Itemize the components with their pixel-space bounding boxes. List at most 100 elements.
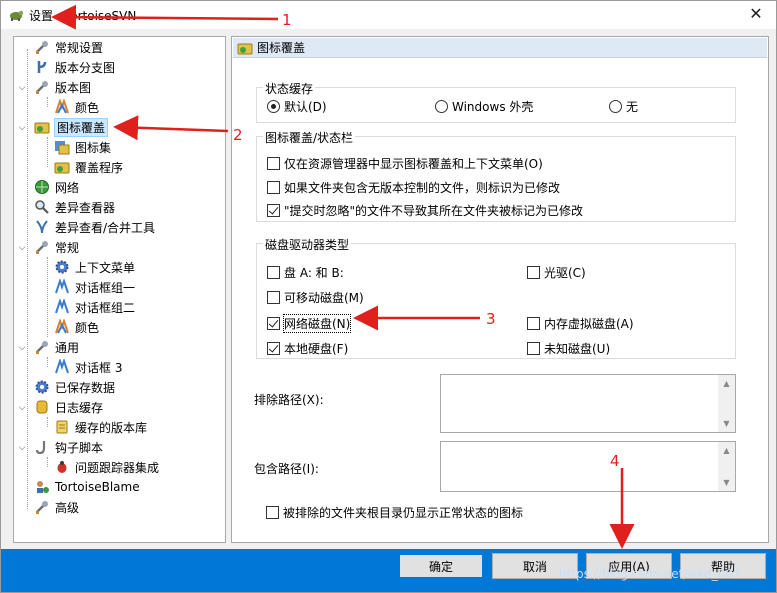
scroll-up-icon[interactable]: ▲ bbox=[718, 442, 735, 459]
tree-item-colors-2[interactable]: 颜色 bbox=[54, 318, 99, 336]
radio-indicator[interactable] bbox=[609, 100, 622, 113]
tree-expander-diff-merge[interactable]: ⌵ bbox=[17, 243, 27, 253]
tree-item-label: 颜色 bbox=[75, 100, 100, 115]
tree-item-diff-merge-tools[interactable]: 差异查看/合并工具 bbox=[34, 218, 155, 236]
branch-icon bbox=[34, 59, 50, 75]
drive-types-group: 磁盘驱动器类型 盘 A: 和 B: 可移动磁盘(M) 网络磁盘(N) 本地硬盘(… bbox=[256, 236, 736, 359]
group-title: 状态缓存 bbox=[263, 80, 316, 97]
checkbox-indicator[interactable] bbox=[267, 266, 280, 279]
tree-item-dialogs-1[interactable]: 对话框组一 bbox=[54, 278, 135, 296]
exclude-paths-input[interactable]: ▲ ▼ bbox=[440, 374, 736, 433]
ok-button[interactable]: 确定 bbox=[398, 553, 484, 579]
settings-tree[interactable]: ⌵ ⌵ ⌵ ⌵ ⌵ ⌵ 常规设置 版本分支图 版本图 颜色 图标覆盖 图标集 覆… bbox=[13, 36, 226, 543]
checkbox-label: 仅在资源管理器中显示图标覆盖和上下文菜单(O) bbox=[284, 157, 543, 171]
tree-item-label: 已保存数据 bbox=[55, 380, 116, 395]
checkbox-indicator[interactable] bbox=[267, 204, 280, 217]
tree-item-label: 网络 bbox=[55, 180, 80, 195]
close-icon[interactable]: ✕ bbox=[746, 4, 766, 24]
explorer-only-checkbox[interactable]: 仅在资源管理器中显示图标覆盖和上下文菜单(O) bbox=[267, 155, 543, 172]
checkbox-label: 未知磁盘(U) bbox=[544, 342, 611, 356]
tree-item-cached-repositories[interactable]: 缓存的版本库 bbox=[54, 418, 147, 436]
tree-item-label: 差异查看器 bbox=[55, 200, 116, 215]
tree-item-colors[interactable]: 颜色 bbox=[54, 98, 99, 116]
checkbox-indicator[interactable] bbox=[266, 506, 279, 519]
ramdisk-checkbox[interactable]: 内存虚拟磁盘(A) bbox=[527, 315, 634, 332]
blame-icon bbox=[34, 479, 50, 495]
include-paths-input[interactable]: ▲ ▼ bbox=[440, 441, 736, 492]
checkbox-label: "提交时忽略"的文件不导致其所在文件夹被标记为已修改 bbox=[284, 204, 584, 218]
tree-item-icon-overlays[interactable]: 图标覆盖 bbox=[34, 117, 109, 137]
scroll-down-icon[interactable]: ▼ bbox=[718, 415, 735, 432]
include-paths-scrollbar[interactable]: ▲ ▼ bbox=[718, 442, 735, 491]
status-cache-group: 状态缓存 默认(D) Windows 外壳 无 bbox=[256, 80, 736, 123]
floppy-drive-checkbox[interactable]: 盘 A: 和 B: bbox=[267, 264, 344, 281]
tree-expander-general[interactable]: ⌵ bbox=[17, 343, 27, 353]
checkbox-indicator[interactable] bbox=[267, 342, 280, 355]
magnifier-icon bbox=[34, 199, 50, 215]
unknown-drive-checkbox[interactable]: 未知磁盘(U) bbox=[527, 340, 610, 357]
removable-drive-checkbox[interactable]: 可移动磁盘(M) bbox=[267, 289, 364, 306]
tree-item-label: 常规 bbox=[55, 240, 80, 255]
status-cache-none-radio[interactable]: 无 bbox=[609, 98, 638, 115]
exclude-paths-scrollbar[interactable]: ▲ ▼ bbox=[718, 375, 735, 432]
tree-item-log-cache[interactable]: 日志缓存 bbox=[34, 398, 103, 416]
tree-item-revision-graph[interactable]: 版本分支图 bbox=[34, 58, 115, 76]
annotation-number-4: 4 bbox=[610, 452, 620, 470]
tree-item-issue-tracker[interactable]: 问题跟踪器集成 bbox=[54, 458, 159, 476]
tree-expander-hook-scripts[interactable]: ⌵ bbox=[17, 443, 27, 453]
include-paths-label: 包含路径(I): bbox=[254, 462, 319, 476]
iconset-icon bbox=[54, 139, 70, 155]
tree-expander-version-graph[interactable]: ⌵ bbox=[17, 83, 27, 93]
radio-indicator[interactable] bbox=[435, 100, 448, 113]
network-drive-checkbox[interactable]: 网络磁盘(N) bbox=[267, 314, 352, 333]
tree-item-common[interactable]: 通用 bbox=[34, 338, 79, 356]
checkbox-indicator[interactable] bbox=[527, 266, 540, 279]
radio-indicator[interactable] bbox=[267, 100, 280, 113]
tree-item-advanced[interactable]: 高级 bbox=[34, 498, 79, 516]
tree-item-overlay-handlers[interactable]: 覆盖程序 bbox=[54, 158, 123, 176]
tree-item-diff-viewer[interactable]: 差异查看器 bbox=[34, 198, 115, 216]
checkbox-label: 本地硬盘(F) bbox=[284, 342, 349, 356]
tree-expander-log-cache[interactable]: ⌵ bbox=[17, 403, 27, 413]
status-cache-windows-shell-radio[interactable]: Windows 外壳 bbox=[435, 98, 533, 115]
tree-item-version-graph[interactable]: 版本图 bbox=[34, 78, 91, 96]
tree-item-general-settings[interactable]: 常规设置 bbox=[34, 38, 103, 56]
cdrom-drive-checkbox[interactable]: 光驱(C) bbox=[527, 264, 586, 281]
scroll-up-icon[interactable]: ▲ bbox=[718, 375, 735, 392]
tree-item-saved-data[interactable]: 已保存数据 bbox=[34, 378, 115, 396]
show-excluded-root-checkbox[interactable]: 被排除的文件夹根目录仍显示正常状态的图标 bbox=[266, 504, 523, 521]
checkbox-indicator[interactable] bbox=[267, 181, 280, 194]
radio-label: Windows 外壳 bbox=[452, 100, 534, 114]
dialog-icon bbox=[54, 279, 70, 295]
tree-item-network[interactable]: 网络 bbox=[34, 178, 79, 196]
checkbox-indicator[interactable] bbox=[267, 291, 280, 304]
tree-expander-icon-overlays[interactable]: ⌵ bbox=[17, 123, 27, 133]
database-icon bbox=[34, 399, 50, 415]
scroll-down-icon[interactable]: ▼ bbox=[718, 474, 735, 491]
wrench-icon bbox=[34, 499, 50, 515]
group-title: 图标覆盖/状态栏 bbox=[263, 129, 356, 146]
tree-item-context-menu[interactable]: 上下文菜单 bbox=[54, 258, 135, 276]
wrench-icon bbox=[34, 339, 50, 355]
checkbox-indicator[interactable] bbox=[267, 157, 280, 170]
checkbox-label: 盘 A: 和 B: bbox=[284, 266, 344, 280]
tree-item-icon-set[interactable]: 图标集 bbox=[54, 138, 111, 156]
checkbox-indicator[interactable] bbox=[527, 317, 540, 330]
tree-item-tortoiseblame[interactable]: TortoiseBlame bbox=[34, 478, 140, 496]
tree-item-hook-scripts[interactable]: 钩子脚本 bbox=[34, 438, 103, 456]
status-cache-default-radio[interactable]: 默认(D) bbox=[267, 98, 327, 115]
checkbox-indicator[interactable] bbox=[267, 317, 280, 330]
ignore-on-commit-checkbox[interactable]: "提交时忽略"的文件不导致其所在文件夹被标记为已修改 bbox=[267, 202, 583, 219]
tree-item-general[interactable]: 常规 bbox=[34, 238, 79, 256]
checkbox-indicator[interactable] bbox=[527, 342, 540, 355]
tree-item-label: TortoiseBlame bbox=[55, 480, 140, 494]
title-bar[interactable]: 设置 - TortoiseSVN ✕ bbox=[1, 1, 776, 29]
tree-item-dialogs-2[interactable]: 对话框组二 bbox=[54, 298, 135, 316]
local-drive-checkbox[interactable]: 本地硬盘(F) bbox=[267, 340, 348, 357]
tree-item-dialogs-3[interactable]: 对话框 3 bbox=[54, 358, 122, 376]
tree-item-label: 对话框组二 bbox=[75, 300, 136, 315]
palette-icon bbox=[54, 99, 70, 115]
gear-icon bbox=[54, 259, 70, 275]
tree-item-label: 图标集 bbox=[75, 140, 112, 155]
unversioned-as-modified-checkbox[interactable]: 如果文件夹包含无版本控制的文件，则标识为已修改 bbox=[267, 179, 560, 196]
